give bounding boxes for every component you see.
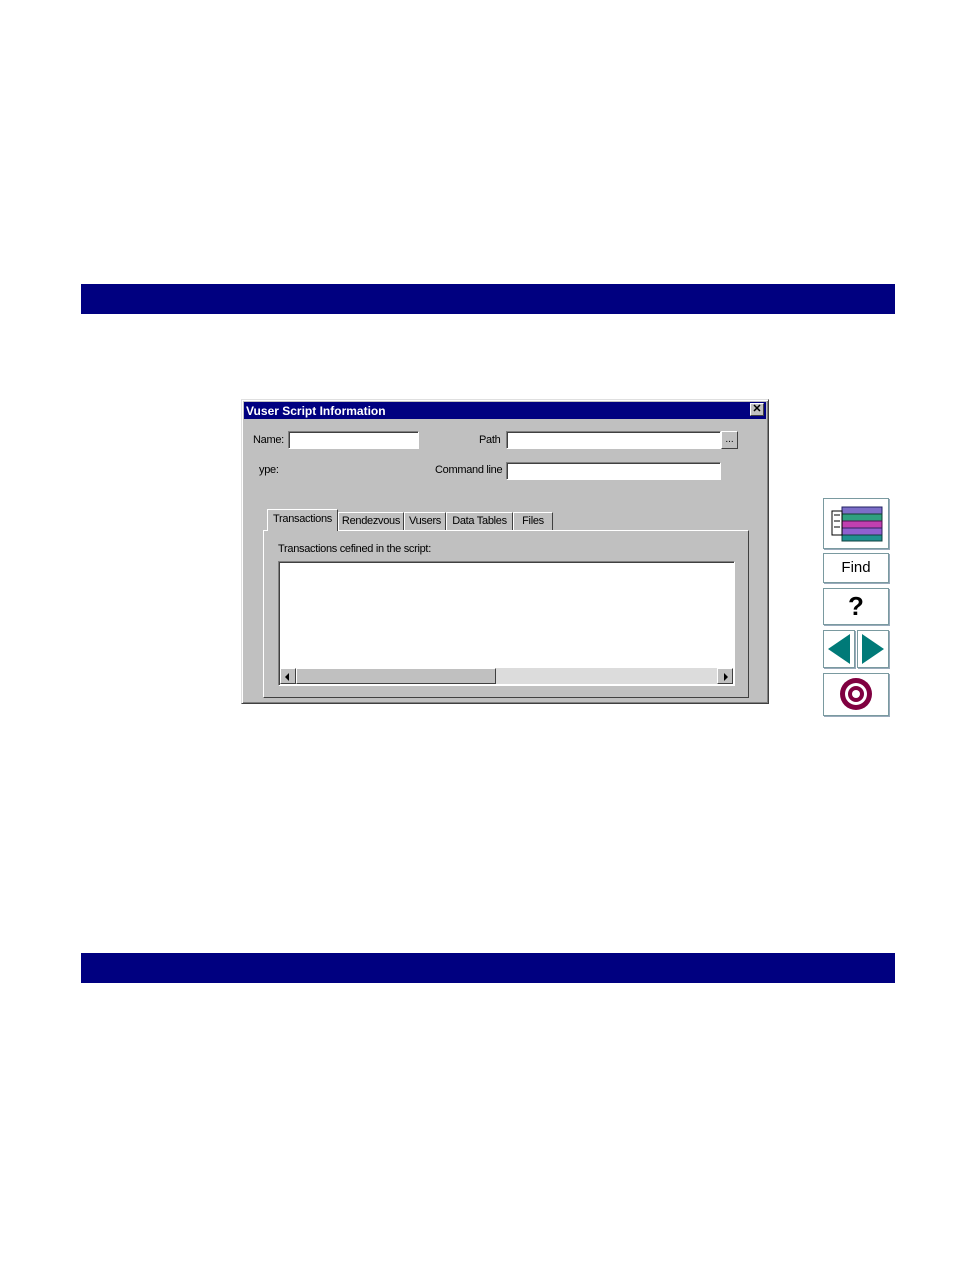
- tab-transactions[interactable]: Transactions: [267, 509, 338, 531]
- scroll-right-button[interactable]: [717, 668, 733, 684]
- tab-files[interactable]: Files: [513, 512, 553, 530]
- transactions-list[interactable]: [278, 561, 735, 686]
- tab-data-tables[interactable]: Data Tables: [446, 512, 513, 530]
- forward-arrow-icon: [862, 634, 884, 664]
- footer-banner: [81, 953, 895, 983]
- library-button[interactable]: [823, 498, 889, 549]
- name-label: Name:: [253, 434, 284, 446]
- help-button[interactable]: ?: [823, 588, 889, 625]
- target-icon: [840, 678, 872, 710]
- find-button[interactable]: Find: [823, 553, 889, 583]
- command-line-label: Command line: [435, 464, 503, 476]
- vuser-script-information-dialog: Vuser Script Information ✕ Name: Path ..…: [241, 399, 769, 704]
- arrow-right-icon: [724, 673, 728, 681]
- target-button[interactable]: [823, 673, 889, 716]
- name-input[interactable]: [288, 431, 419, 449]
- horizontal-scrollbar[interactable]: [280, 668, 733, 684]
- type-label: ype:: [259, 464, 279, 476]
- forward-button[interactable]: [857, 630, 889, 668]
- path-input[interactable]: [506, 431, 721, 449]
- find-label: Find: [841, 559, 871, 576]
- books-icon: [831, 506, 883, 542]
- scroll-left-button[interactable]: [280, 668, 296, 684]
- dialog-title: Vuser Script Information: [246, 404, 386, 418]
- transactions-list-label: Transactions cefined in the script:: [278, 543, 431, 555]
- transactions-panel: Transactions cefined in the script:: [263, 530, 749, 698]
- tab-rendezvous[interactable]: Rendezvous: [338, 512, 404, 530]
- close-button[interactable]: ✕: [750, 403, 764, 416]
- back-button[interactable]: [823, 630, 855, 668]
- arrow-left-icon: [285, 673, 289, 681]
- close-icon: ✕: [752, 403, 762, 415]
- help-icon: ?: [848, 591, 864, 621]
- path-label: Path: [479, 434, 501, 446]
- browse-button[interactable]: ...: [721, 431, 738, 449]
- command-line-input[interactable]: [506, 462, 721, 480]
- back-arrow-icon: [828, 634, 850, 664]
- dialog-titlebar: Vuser Script Information ✕: [244, 402, 766, 419]
- scrollbar-thumb[interactable]: [296, 668, 496, 684]
- page: Vuser Script Information ✕ Name: Path ..…: [0, 0, 977, 1265]
- tab-vusers[interactable]: Vusers: [404, 512, 446, 530]
- header-banner: [81, 284, 895, 314]
